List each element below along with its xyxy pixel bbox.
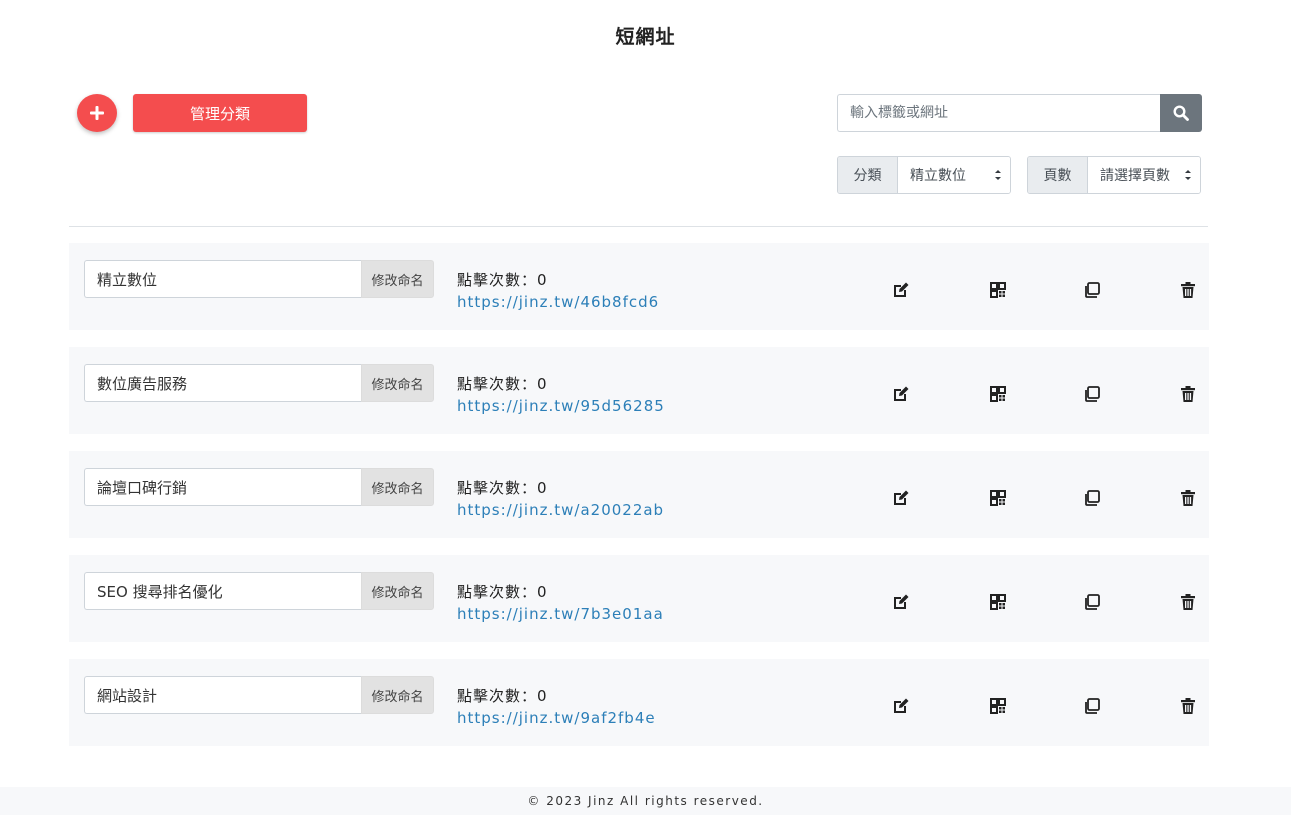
name-group: 修改命名 bbox=[84, 468, 434, 506]
search-bar bbox=[837, 94, 1202, 132]
trash-icon bbox=[1181, 698, 1195, 714]
page-select-prefix: 頁數 bbox=[1028, 157, 1088, 193]
link-name-input[interactable] bbox=[84, 364, 361, 402]
copy-button[interactable] bbox=[1083, 385, 1101, 403]
plus-icon bbox=[90, 106, 104, 120]
manage-category-button[interactable]: 管理分類 bbox=[133, 94, 307, 132]
copy-icon bbox=[1085, 490, 1100, 506]
link-name-input[interactable] bbox=[84, 468, 361, 506]
footer: © 2023 Jinz All rights reserved. bbox=[0, 787, 1291, 815]
delete-button[interactable] bbox=[1179, 489, 1197, 507]
page-select[interactable]: 請選擇頁數 bbox=[1088, 157, 1200, 193]
copy-button[interactable] bbox=[1083, 489, 1101, 507]
qrcode-button[interactable] bbox=[989, 697, 1007, 715]
click-count: 點擊次數：0 bbox=[457, 479, 548, 497]
link-row: 修改命名 點擊次數：0 https://jinz.tw/95d56285 bbox=[69, 347, 1209, 434]
qrcode-button[interactable] bbox=[989, 385, 1007, 403]
link-list: 修改命名 點擊次數：0 https://jinz.tw/46b8fcd6 bbox=[69, 243, 1209, 763]
category-select-value: 精立數位 bbox=[910, 168, 966, 184]
select-arrows-icon bbox=[995, 170, 1001, 180]
category-select-prefix: 分類 bbox=[838, 157, 898, 193]
link-row: 修改命名 點擊次數：0 https://jinz.tw/46b8fcd6 bbox=[69, 243, 1209, 330]
copy-icon bbox=[1085, 282, 1100, 298]
qrcode-button[interactable] bbox=[989, 489, 1007, 507]
page-select-group: 頁數 請選擇頁數 bbox=[1027, 156, 1201, 194]
qrcode-button[interactable] bbox=[989, 593, 1007, 611]
edit-button[interactable] bbox=[892, 593, 910, 611]
link-row: 修改命名 點擊次數：0 https://jinz.tw/a20022ab bbox=[69, 451, 1209, 538]
copy-icon bbox=[1085, 698, 1100, 714]
name-group: 修改命名 bbox=[84, 260, 434, 298]
delete-button[interactable] bbox=[1179, 697, 1197, 715]
delete-button[interactable] bbox=[1179, 281, 1197, 299]
link-row: 修改命名 點擊次數：0 https://jinz.tw/9af2fb4e bbox=[69, 659, 1209, 746]
category-select-group: 分類 精立數位 bbox=[837, 156, 1011, 194]
link-name-input[interactable] bbox=[84, 676, 361, 714]
page-title: 短網址 bbox=[615, 26, 676, 48]
copy-button[interactable] bbox=[1083, 281, 1101, 299]
copy-button[interactable] bbox=[1083, 593, 1101, 611]
link-name-input[interactable] bbox=[84, 572, 361, 610]
category-select[interactable]: 精立數位 bbox=[898, 157, 1010, 193]
short-url-link[interactable]: https://jinz.tw/46b8fcd6 bbox=[457, 293, 659, 311]
edit-icon bbox=[894, 386, 909, 401]
short-url-link[interactable]: https://jinz.tw/95d56285 bbox=[457, 397, 665, 415]
copy-icon bbox=[1085, 594, 1100, 610]
divider bbox=[69, 226, 1208, 227]
short-url-link[interactable]: https://jinz.tw/a20022ab bbox=[457, 501, 664, 519]
edit-icon bbox=[894, 490, 909, 505]
edit-icon bbox=[894, 698, 909, 713]
click-count: 點擊次數：0 bbox=[457, 583, 548, 601]
search-button[interactable] bbox=[1160, 94, 1202, 132]
trash-icon bbox=[1181, 282, 1195, 298]
delete-button[interactable] bbox=[1179, 385, 1197, 403]
qrcode-button[interactable] bbox=[989, 281, 1007, 299]
qrcode-icon bbox=[990, 594, 1006, 610]
edit-icon bbox=[894, 594, 909, 609]
copy-icon bbox=[1085, 386, 1100, 402]
select-arrows-icon bbox=[1185, 170, 1191, 180]
short-url-link[interactable]: https://jinz.tw/7b3e01aa bbox=[457, 605, 664, 623]
click-count: 點擊次數：0 bbox=[457, 687, 548, 705]
edit-icon bbox=[894, 282, 909, 297]
click-count: 點擊次數：0 bbox=[457, 271, 548, 289]
qrcode-icon bbox=[990, 490, 1006, 506]
delete-button[interactable] bbox=[1179, 593, 1197, 611]
rename-button[interactable]: 修改命名 bbox=[361, 572, 434, 610]
add-link-button[interactable] bbox=[77, 94, 117, 132]
edit-button[interactable] bbox=[892, 697, 910, 715]
page-select-value: 請選擇頁數 bbox=[1100, 168, 1170, 184]
qrcode-icon bbox=[990, 698, 1006, 714]
short-url-link[interactable]: https://jinz.tw/9af2fb4e bbox=[457, 709, 656, 727]
rename-button[interactable]: 修改命名 bbox=[361, 676, 434, 714]
rename-button[interactable]: 修改命名 bbox=[361, 468, 434, 506]
trash-icon bbox=[1181, 490, 1195, 506]
copy-button[interactable] bbox=[1083, 697, 1101, 715]
trash-icon bbox=[1181, 594, 1195, 610]
click-count: 點擊次數：0 bbox=[457, 375, 548, 393]
name-group: 修改命名 bbox=[84, 364, 434, 402]
trash-icon bbox=[1181, 386, 1195, 402]
edit-button[interactable] bbox=[892, 281, 910, 299]
name-group: 修改命名 bbox=[84, 676, 434, 714]
rename-button[interactable]: 修改命名 bbox=[361, 364, 434, 402]
name-group: 修改命名 bbox=[84, 572, 434, 610]
qrcode-icon bbox=[990, 282, 1006, 298]
link-name-input[interactable] bbox=[84, 260, 361, 298]
link-row: 修改命名 點擊次數：0 https://jinz.tw/7b3e01aa bbox=[69, 555, 1209, 642]
qrcode-icon bbox=[990, 386, 1006, 402]
rename-button[interactable]: 修改命名 bbox=[361, 260, 434, 298]
edit-button[interactable] bbox=[892, 385, 910, 403]
edit-button[interactable] bbox=[892, 489, 910, 507]
search-icon bbox=[1173, 105, 1189, 121]
search-input[interactable] bbox=[837, 94, 1160, 132]
